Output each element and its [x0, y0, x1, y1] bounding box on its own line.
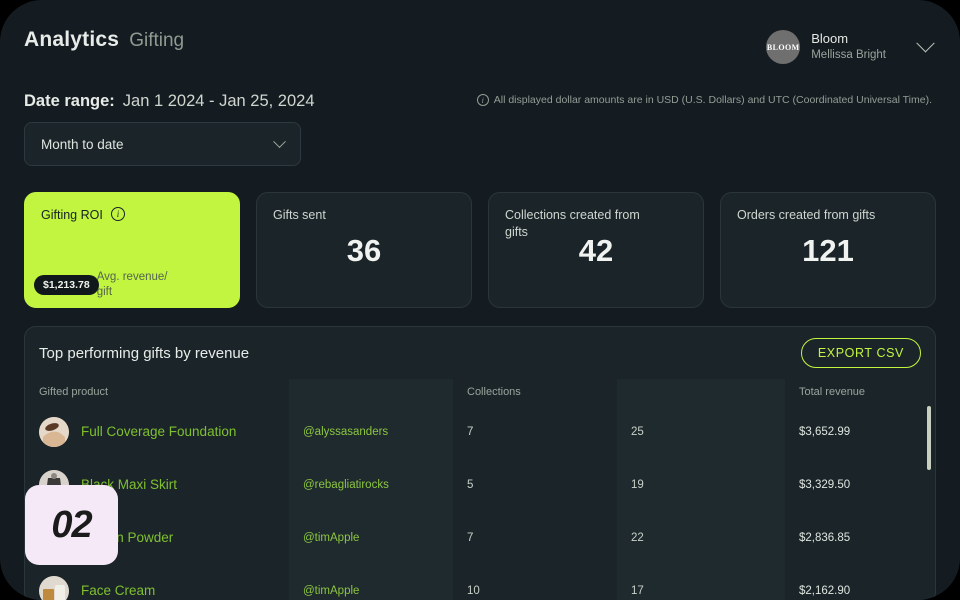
cell-total-revenue: $3,329.50	[799, 478, 851, 491]
page-title-sub: Gifting	[129, 30, 185, 51]
product-thumbnail-icon	[39, 416, 69, 447]
top-gifts-panel: Top performing gifts by revenue EXPORT C…	[24, 326, 936, 600]
cell-collections: 7	[467, 425, 474, 438]
stat-card-value: 42	[578, 233, 614, 268]
product-name: Full Coverage Foundation	[81, 424, 237, 439]
cell-top-creator[interactable]: @timApple	[289, 532, 453, 544]
stat-card-collections-created: Collections created from gifts 42	[488, 192, 704, 308]
table-body[interactable]: Full Coverage Foundation @alyssasanders …	[25, 405, 935, 600]
app-window: Analytics Gifting BLOOM Bloom Mellissa B…	[0, 0, 960, 600]
currency-disclaimer: i All displayed dollar amounts are in US…	[476, 94, 932, 106]
table-header-row: Gifted product Top creator Collections U…	[25, 379, 935, 405]
panel-title: Top performing gifts by revenue	[39, 344, 250, 362]
chevron-down-icon	[273, 134, 286, 148]
product-name: Face Cream	[81, 583, 156, 598]
avatar: BLOOM	[766, 30, 801, 64]
stat-card-label: Orders created from gifts	[737, 208, 876, 222]
table-row[interactable]: Full Coverage Foundation @alyssasanders …	[25, 405, 935, 458]
table-row[interactable]: Black Maxi Skirt @rebagliatirocks 5 19 $…	[25, 458, 935, 511]
stat-card-label: Gifts sent	[273, 208, 326, 222]
page-title-main: Analytics	[24, 28, 120, 51]
cell-gifted-product[interactable]: Full Coverage Foundation	[25, 416, 289, 447]
cell-total-revenue: $2,162.90	[799, 584, 851, 597]
step-number-badge: 02	[25, 485, 118, 565]
cell-collections: 5	[467, 478, 474, 491]
table-row[interactable]: Face Cream @timApple 10 17 $2,162.90	[25, 564, 935, 600]
column-header-total-revenue: Total revenue	[799, 386, 866, 398]
date-range-label: Date range:	[24, 92, 115, 110]
date-range-value: Jan 1 2024 - Jan 25, 2024	[122, 92, 315, 110]
cell-top-creator[interactable]: @rebagliatirocks	[289, 479, 453, 491]
stat-card-orders-created: Orders created from gifts 121	[720, 192, 936, 308]
stat-card-footer: $1,213.78 Avg. revenue/ gift	[34, 270, 169, 299]
gifts-table: Gifted product Top creator Collections U…	[25, 379, 935, 600]
status-badge: $1,213.78	[34, 274, 99, 295]
info-icon: i	[476, 94, 489, 106]
stat-card-gifting-roi: Gifting ROI i $1,213.78 Avg. revenue/ gi…	[24, 192, 240, 308]
cell-units-sold: 19	[631, 478, 644, 491]
cell-collections: 7	[467, 531, 474, 544]
cell-top-creator[interactable]: @alyssasanders	[289, 426, 453, 438]
account-user: Mellissa Bright	[811, 49, 886, 62]
currency-disclaimer-text: All displayed dollar amounts are in USD …	[493, 94, 932, 106]
column-header-top-creator: Top creator	[303, 386, 359, 398]
cell-total-revenue: $3,652.99	[799, 425, 851, 438]
table-row[interactable]: Protein Powder @timApple 7 22 $2,836.85	[25, 511, 935, 564]
account-switcher[interactable]: BLOOM Bloom Mellissa Bright	[766, 30, 935, 64]
cell-gifted-product[interactable]: Face Cream	[25, 575, 289, 600]
info-icon[interactable]: i	[111, 207, 125, 221]
account-text: Bloom Mellissa Bright	[811, 30, 886, 63]
panel-header: Top performing gifts by revenue EXPORT C…	[25, 327, 935, 379]
stat-card-value: 36	[346, 233, 382, 268]
cell-units-sold: 22	[631, 531, 644, 544]
export-csv-button[interactable]: EXPORT CSV	[800, 338, 921, 368]
cell-top-creator[interactable]: @timApple	[289, 585, 453, 597]
cell-units-sold: 17	[631, 584, 644, 597]
stat-card-value: 121	[802, 233, 854, 268]
date-range-preset-select[interactable]: Month to date	[24, 122, 301, 166]
date-range: Date range: Jan 1 2024 - Jan 25, 2024	[24, 92, 315, 111]
column-header-collections: Collections	[467, 386, 521, 398]
stat-card-gifts-sent: Gifts sent 36	[256, 192, 472, 308]
cell-units-sold: 25	[631, 425, 644, 438]
product-thumbnail-icon	[39, 575, 69, 600]
chevron-down-icon[interactable]	[916, 33, 935, 52]
date-range-preset-value: Month to date	[41, 136, 124, 152]
page-title: Analytics Gifting	[24, 28, 184, 52]
cell-collections: 10	[467, 584, 480, 597]
column-header-units-sold: Units sold	[631, 386, 680, 398]
stat-cards: Gifting ROI i $1,213.78 Avg. revenue/ gi…	[24, 192, 936, 308]
stat-card-subtext: Avg. revenue/ gift	[96, 271, 168, 298]
cell-total-revenue: $2,836.85	[799, 531, 851, 544]
table-scrollbar[interactable]	[927, 406, 931, 470]
account-org: Bloom	[811, 31, 849, 47]
column-header-gifted-product: Gifted product	[39, 386, 109, 398]
